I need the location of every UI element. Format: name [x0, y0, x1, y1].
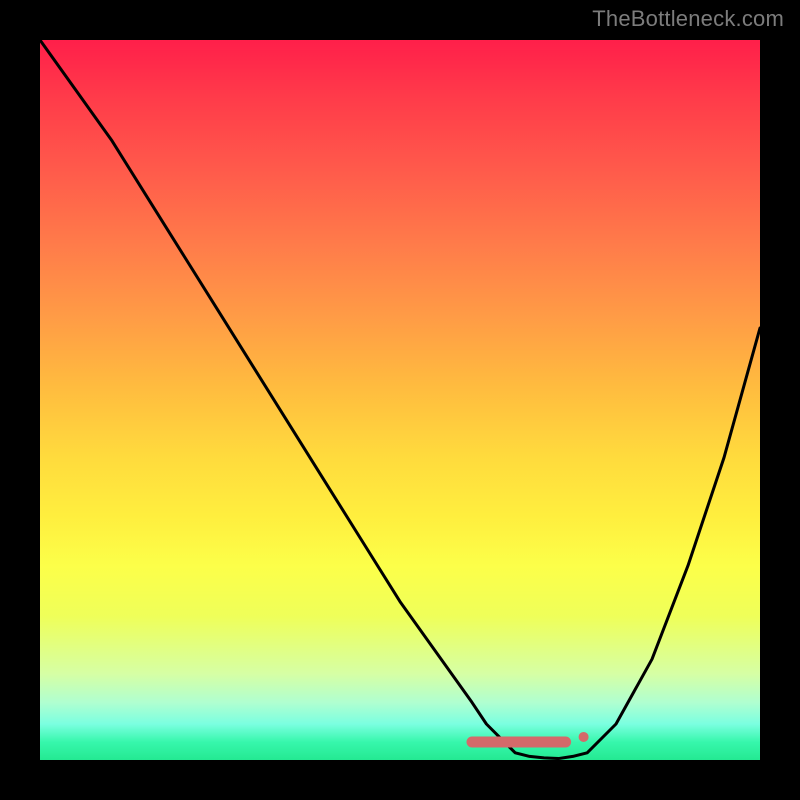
right-dot: [579, 732, 589, 742]
series-curve: [40, 40, 760, 759]
plot-area: [40, 40, 760, 760]
plot-overlay: [40, 40, 760, 760]
chart-frame: TheBottleneck.com: [0, 0, 800, 800]
attribution-label: TheBottleneck.com: [592, 6, 784, 32]
